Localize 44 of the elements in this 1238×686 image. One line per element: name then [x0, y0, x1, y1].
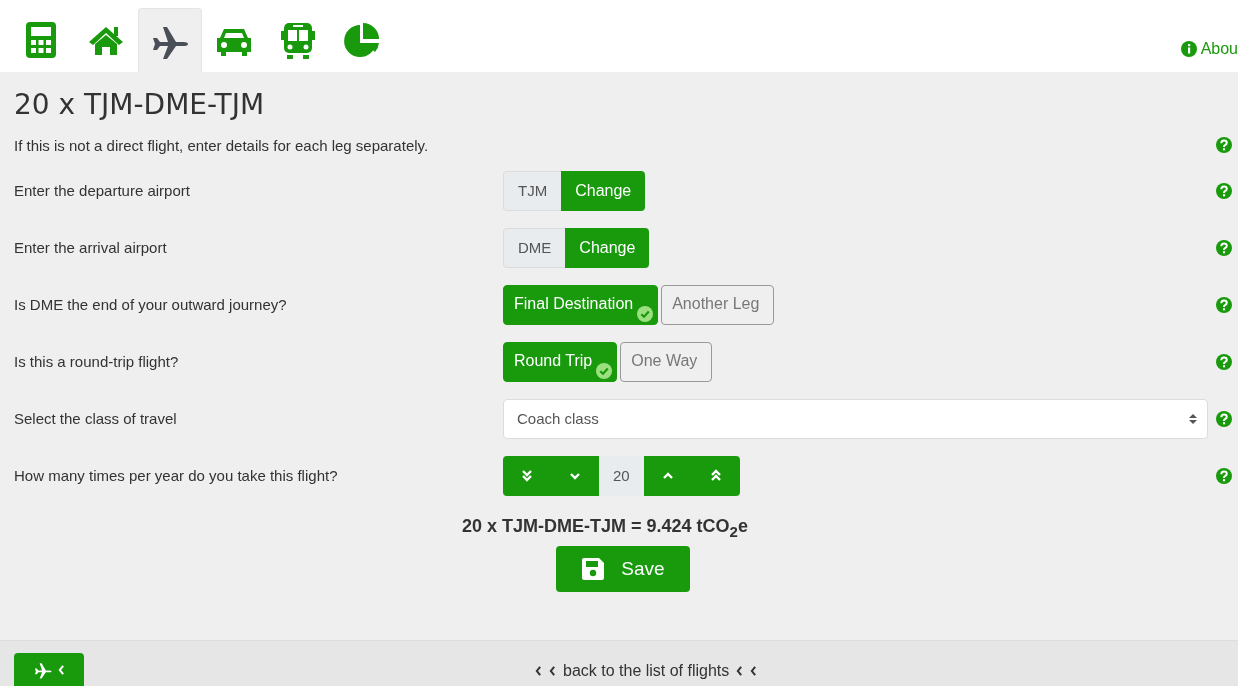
- back-button[interactable]: [14, 653, 84, 686]
- minus-lots-button[interactable]: [503, 455, 551, 496]
- field-label: Select the class of travel: [14, 410, 177, 427]
- help-icon: [1216, 137, 1232, 153]
- option-button[interactable]: Another Leg: [661, 284, 775, 325]
- field-label: How many times per year do you take this flight?: [14, 467, 338, 484]
- tab[interactable]: [138, 8, 202, 72]
- back-link[interactable]: back to the list of flights: [535, 662, 758, 680]
- option-button[interactable]: Round Trip: [503, 341, 618, 382]
- intro-text: If this is not a direct flight, enter details for each leg separately.: [14, 136, 429, 154]
- sort-icon: [1189, 412, 1197, 425]
- field-label: Enter the departure airport: [14, 182, 190, 199]
- help-icon: [1216, 182, 1232, 199]
- chevron-left-icon: [57, 665, 65, 675]
- page-title: 20 x TJM-DME-TJM: [14, 87, 265, 120]
- help-icon: [1216, 239, 1232, 256]
- field-label: Is DME the end of your outward journey?: [14, 296, 287, 313]
- double-chevron-down-icon: [520, 468, 534, 483]
- option-button[interactable]: One Way: [620, 341, 713, 382]
- plus-lots-button[interactable]: [691, 455, 740, 496]
- minus-button[interactable]: [551, 455, 599, 496]
- bus-icon: [279, 21, 317, 59]
- help-icon: [1216, 467, 1232, 484]
- save-button[interactable]: Save: [556, 545, 690, 592]
- plus-button[interactable]: [643, 455, 692, 496]
- plane-icon: [33, 661, 52, 679]
- about-link[interactable]: Abou: [1180, 40, 1238, 58]
- count-value: 20: [599, 455, 644, 496]
- help-icon: [1216, 410, 1232, 427]
- airport-code: TJM: [503, 170, 562, 211]
- field-label: Enter the arrival airport: [14, 239, 167, 256]
- result-text: 20 x TJM-DME-TJM = 9.424 tCO$_{2}$e: [462, 516, 748, 540]
- option-button[interactable]: Final Destination: [503, 284, 659, 325]
- class-select[interactable]: Coach class: [503, 398, 1208, 439]
- help-icon: [1216, 353, 1232, 370]
- check-icon: [637, 305, 654, 322]
- check-icon: [596, 362, 613, 379]
- info-icon: [1180, 41, 1197, 57]
- field-label: Is this a round-trip flight?: [14, 353, 179, 370]
- airport-code: DME: [503, 227, 566, 268]
- help-icon: [1216, 296, 1232, 313]
- change-button[interactable]: Change: [565, 227, 650, 268]
- change-button[interactable]: Change: [561, 170, 646, 211]
- pie-chart-icon: [343, 21, 381, 59]
